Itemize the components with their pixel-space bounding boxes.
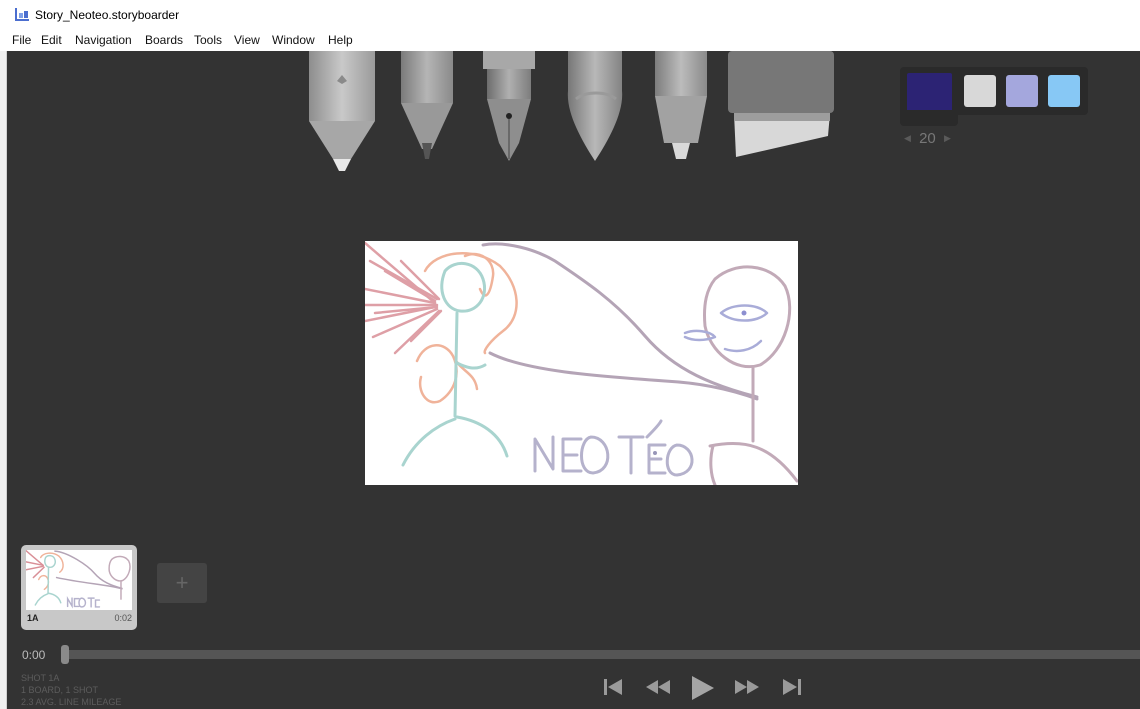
menu-help[interactable]: Help (328, 33, 353, 47)
color-swatch[interactable] (1048, 75, 1080, 107)
color-swatch[interactable] (964, 75, 996, 107)
note-pen-icon[interactable] (652, 51, 710, 161)
window-left-edge (0, 51, 7, 709)
color-palette (900, 67, 1088, 119)
menu-bar: File Edit Navigation Boards Tools View W… (0, 30, 1140, 51)
pen-icon[interactable] (479, 51, 539, 163)
menu-edit[interactable]: Edit (41, 33, 62, 47)
stats-line-mileage: 2.3 AVG. LINE MILEAGE (21, 697, 122, 707)
board-thumbnail[interactable]: 1A 0:02 (21, 545, 137, 630)
play-icon[interactable] (688, 675, 716, 701)
plus-icon: + (175, 570, 189, 595)
pencil-icon[interactable] (398, 51, 456, 161)
fast-forward-icon[interactable] (733, 675, 761, 699)
menu-view[interactable]: View (234, 33, 260, 47)
skip-to-end-icon[interactable] (781, 675, 803, 699)
light-pencil-icon[interactable] (305, 51, 379, 176)
menu-file[interactable]: File (12, 33, 31, 47)
menu-window[interactable]: Window (272, 33, 315, 47)
board-number: 1A (27, 613, 39, 623)
palette-tab (900, 110, 958, 126)
menu-tools[interactable]: Tools (194, 33, 222, 47)
title-bar: Story_Neoteo.storyboarder (0, 0, 1140, 31)
decrease-size-icon[interactable]: ◀ (904, 133, 911, 143)
menu-boards[interactable]: Boards (145, 33, 183, 47)
brush-size-value: 20 (919, 130, 936, 147)
menu-navigation[interactable]: Navigation (75, 33, 132, 47)
brush-size-control: ◀ 20 ▶ (904, 130, 951, 147)
window-title: Story_Neoteo.storyboarder (35, 8, 180, 22)
add-board-button[interactable]: + (157, 563, 207, 603)
rewind-icon[interactable] (644, 675, 672, 699)
stats-shot: SHOT 1A (21, 673, 60, 683)
stats-board-count: 1 BOARD, 1 SHOT (21, 685, 99, 695)
timeline-track[interactable] (64, 650, 1140, 659)
drawing-canvas[interactable] (365, 241, 798, 485)
board-thumbnail-image (26, 550, 132, 610)
storyboarder-app-icon (15, 8, 29, 21)
sketch-drawing (365, 241, 798, 485)
board-duration: 0:02 (114, 613, 132, 623)
eraser-icon[interactable] (722, 51, 840, 163)
brush-icon[interactable] (562, 51, 628, 163)
timeline-handle[interactable] (61, 645, 69, 664)
color-swatch[interactable] (1006, 75, 1038, 107)
increase-size-icon[interactable]: ▶ (944, 133, 951, 143)
skip-to-start-icon[interactable] (602, 675, 624, 699)
timecode: 0:00 (22, 648, 46, 662)
